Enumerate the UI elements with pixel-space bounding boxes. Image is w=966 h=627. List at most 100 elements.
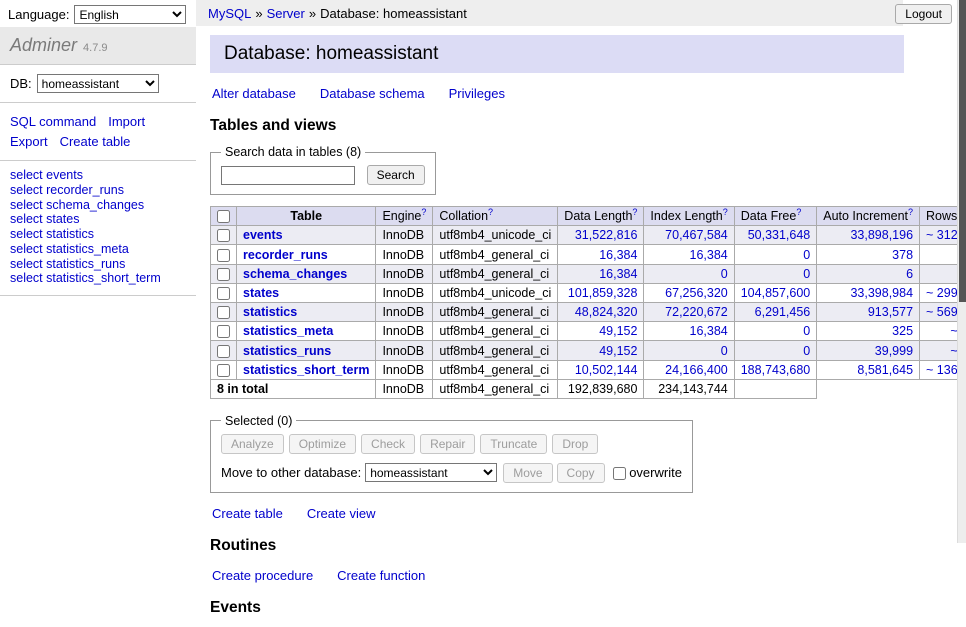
table-link[interactable]: statistics_meta bbox=[243, 324, 333, 338]
engine-cell: InnoDB bbox=[376, 264, 433, 283]
truncate-button[interactable]: Truncate bbox=[480, 434, 547, 454]
create-table-link[interactable]: Create table bbox=[212, 506, 283, 521]
header-engine: Engine? bbox=[376, 207, 433, 226]
total-engine: InnoDB bbox=[376, 379, 433, 398]
data-length-link[interactable]: 10,502,144 bbox=[575, 363, 638, 377]
table-link[interactable]: recorder_runs bbox=[243, 248, 328, 262]
row-checkbox[interactable] bbox=[217, 345, 230, 358]
sidebar-item-select-statistics-short-term[interactable]: select statistics_short_term bbox=[10, 271, 186, 286]
table-link[interactable]: states bbox=[243, 286, 279, 300]
copy-button[interactable]: Copy bbox=[557, 463, 605, 483]
sidebar-link-export[interactable]: Export bbox=[10, 132, 48, 152]
row-checkbox[interactable] bbox=[217, 229, 230, 242]
data-length-link[interactable]: 16,384 bbox=[599, 248, 637, 262]
optimize-button[interactable]: Optimize bbox=[289, 434, 356, 454]
help-link[interactable]: ? bbox=[723, 207, 728, 217]
create-function-link[interactable]: Create function bbox=[337, 568, 425, 583]
breadcrumb-server-link[interactable]: Server bbox=[267, 6, 305, 21]
auto-increment-link[interactable]: 33,898,196 bbox=[850, 228, 913, 242]
data-free-link[interactable]: 0 bbox=[803, 248, 810, 262]
help-link[interactable]: ? bbox=[908, 207, 913, 217]
auto-increment-link[interactable]: 39,999 bbox=[875, 344, 913, 358]
table-link[interactable]: events bbox=[243, 228, 283, 242]
auto-increment-link[interactable]: 8,581,645 bbox=[857, 363, 913, 377]
data-length-link[interactable]: 31,522,816 bbox=[575, 228, 638, 242]
auto-increment-link[interactable]: 325 bbox=[892, 324, 913, 338]
auto-increment-link[interactable]: 6 bbox=[906, 267, 913, 281]
search-button[interactable]: Search bbox=[367, 165, 425, 185]
help-link[interactable]: ? bbox=[421, 207, 426, 217]
breadcrumb-separator: » bbox=[255, 6, 262, 21]
table-link[interactable]: statistics_runs bbox=[243, 344, 331, 358]
sidebar-link-create-table[interactable]: Create table bbox=[60, 132, 131, 152]
data-free-link[interactable]: 0 bbox=[803, 344, 810, 358]
data-free-link[interactable]: 104,857,600 bbox=[741, 286, 811, 300]
row-checkbox[interactable] bbox=[217, 364, 230, 377]
create-procedure-link[interactable]: Create procedure bbox=[212, 568, 313, 583]
overwrite-checkbox[interactable] bbox=[613, 467, 626, 480]
analyze-button[interactable]: Analyze bbox=[221, 434, 284, 454]
alter-database-link[interactable]: Alter database bbox=[212, 86, 296, 101]
drop-button[interactable]: Drop bbox=[552, 434, 598, 454]
data-free-link[interactable]: 50,331,648 bbox=[748, 228, 811, 242]
database-schema-link[interactable]: Database schema bbox=[320, 86, 425, 101]
row-checkbox[interactable] bbox=[217, 306, 230, 319]
data-length-link[interactable]: 101,859,328 bbox=[568, 286, 638, 300]
row-checkbox[interactable] bbox=[217, 287, 230, 300]
index-length-link[interactable]: 72,220,672 bbox=[665, 305, 728, 319]
logout-button[interactable]: Logout bbox=[895, 4, 952, 24]
adminer-brand-link[interactable]: Adminer bbox=[10, 35, 77, 55]
breadcrumb-mysql-link[interactable]: MySQL bbox=[208, 6, 251, 21]
scrollbar-track[interactable] bbox=[957, 0, 966, 543]
search-input[interactable] bbox=[221, 166, 355, 185]
selected-legend: Selected (0) bbox=[221, 414, 296, 428]
help-link[interactable]: ? bbox=[488, 207, 493, 217]
data-free-link[interactable]: 188,743,680 bbox=[741, 363, 811, 377]
help-link[interactable]: ? bbox=[796, 207, 801, 217]
privileges-link[interactable]: Privileges bbox=[449, 86, 505, 101]
sidebar-item-select-schema-changes[interactable]: select schema_changes bbox=[10, 198, 186, 213]
auto-increment-link[interactable]: 913,577 bbox=[868, 305, 913, 319]
repair-button[interactable]: Repair bbox=[420, 434, 475, 454]
help-link[interactable]: ? bbox=[632, 207, 637, 217]
sidebar-item-select-statistics-runs[interactable]: select statistics_runs bbox=[10, 257, 186, 272]
db-select[interactable]: homeassistant bbox=[37, 74, 159, 93]
move-button[interactable]: Move bbox=[503, 463, 552, 483]
sidebar-item-select-events[interactable]: select events bbox=[10, 168, 186, 183]
row-checkbox[interactable] bbox=[217, 325, 230, 338]
index-length-link[interactable]: 0 bbox=[721, 344, 728, 358]
row-checkbox[interactable] bbox=[217, 268, 230, 281]
select-all-checkbox[interactable] bbox=[217, 210, 230, 223]
sidebar-item-select-statistics-meta[interactable]: select statistics_meta bbox=[10, 242, 186, 257]
index-length-link[interactable]: 16,384 bbox=[690, 324, 728, 338]
index-length-link[interactable]: 70,467,584 bbox=[665, 228, 728, 242]
sidebar-item-select-statistics[interactable]: select statistics bbox=[10, 227, 186, 242]
sidebar-link-sql-command[interactable]: SQL command bbox=[10, 112, 96, 132]
data-length-link[interactable]: 48,824,320 bbox=[575, 305, 638, 319]
sidebar-link-import[interactable]: Import bbox=[108, 112, 145, 132]
auto-increment-link[interactable]: 33,398,984 bbox=[850, 286, 913, 300]
sidebar-item-select-states[interactable]: select states bbox=[10, 212, 186, 227]
index-length-link[interactable]: 24,166,400 bbox=[665, 363, 728, 377]
sidebar-item-select-recorder-runs[interactable]: select recorder_runs bbox=[10, 183, 186, 198]
data-free-link[interactable]: 0 bbox=[803, 324, 810, 338]
row-checkbox[interactable] bbox=[217, 249, 230, 262]
language-select[interactable]: English bbox=[74, 5, 186, 24]
check-button[interactable]: Check bbox=[361, 434, 415, 454]
move-database-select[interactable]: homeassistant bbox=[365, 463, 497, 482]
data-free-link[interactable]: 6,291,456 bbox=[755, 305, 811, 319]
breadcrumb-current: Database: homeassistant bbox=[320, 6, 467, 21]
index-length-link[interactable]: 67,256,320 bbox=[665, 286, 728, 300]
data-free-link[interactable]: 0 bbox=[803, 267, 810, 281]
data-length-link[interactable]: 49,152 bbox=[599, 324, 637, 338]
create-view-link[interactable]: Create view bbox=[307, 506, 376, 521]
scrollbar-thumb[interactable] bbox=[959, 0, 966, 302]
index-length-link[interactable]: 16,384 bbox=[690, 248, 728, 262]
table-link[interactable]: schema_changes bbox=[243, 267, 347, 281]
data-length-link[interactable]: 16,384 bbox=[599, 267, 637, 281]
data-length-link[interactable]: 49,152 bbox=[599, 344, 637, 358]
auto-increment-link[interactable]: 378 bbox=[892, 248, 913, 262]
table-link[interactable]: statistics bbox=[243, 305, 297, 319]
table-link[interactable]: statistics_short_term bbox=[243, 363, 369, 377]
index-length-link[interactable]: 0 bbox=[721, 267, 728, 281]
